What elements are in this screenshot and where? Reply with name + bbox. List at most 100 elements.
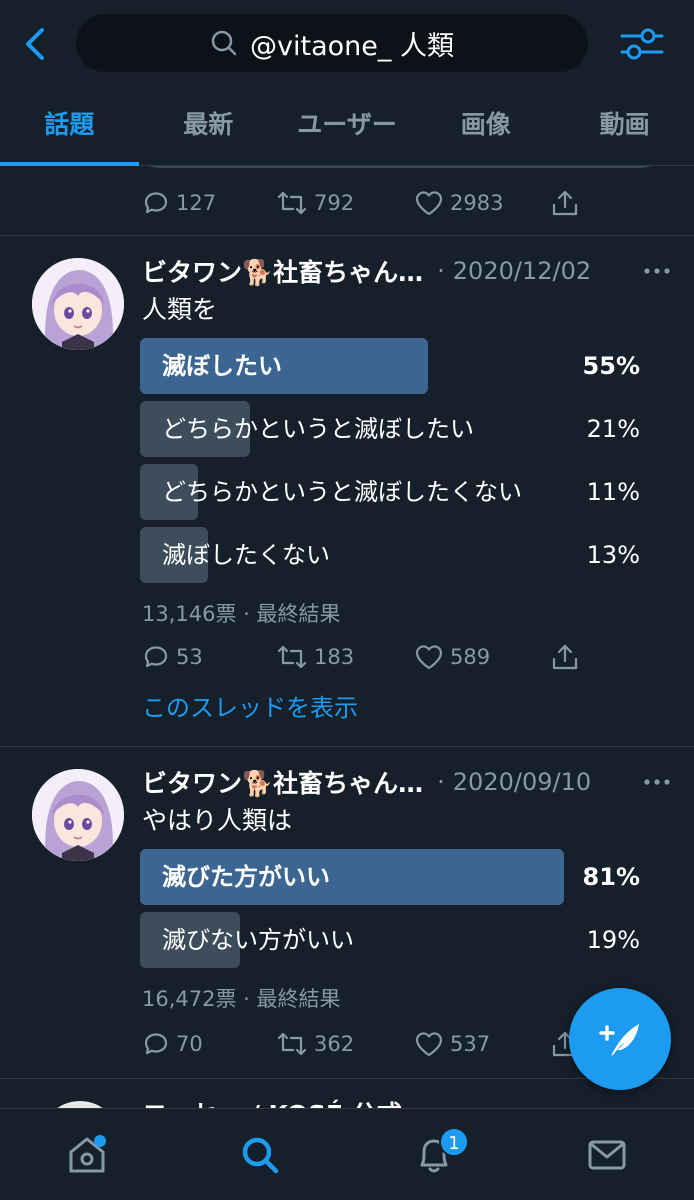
nav-search[interactable] [174, 1109, 348, 1200]
author-name[interactable]: ビタワン🐕社畜ちゃん… [142, 253, 423, 289]
share-button[interactable] [550, 642, 580, 672]
tab-users[interactable]: ユーザー [278, 88, 417, 165]
share-icon [552, 190, 578, 216]
poll-option-label: どちらかというと滅ぼしたくない [162, 478, 522, 506]
heart-icon [415, 645, 443, 670]
tweet-date[interactable]: 2020/12/02 [453, 257, 591, 285]
poll-option: どちらかというと滅ぼしたい 21% [140, 401, 644, 457]
separator-dot: · [437, 768, 445, 796]
compose-tweet-button[interactable] [569, 988, 671, 1090]
share-icon [552, 644, 578, 670]
poll-option-label: 滅ぼしたい [162, 352, 282, 380]
search-query-text: @vitaone_ 人類 [250, 30, 454, 62]
back-button[interactable] [18, 22, 58, 66]
tweet-text: やはり人類は [142, 806, 293, 835]
retweet-icon [277, 645, 307, 669]
like-button[interactable]: 537 [414, 1030, 550, 1058]
poll-option: 滅ぼしたい 55% [140, 338, 644, 394]
poll-option: 滅ぼしたくない 13% [140, 527, 644, 583]
tab-images[interactable]: 画像 [416, 88, 555, 165]
poll-option-label: どちらかというと滅ぼしたい [162, 415, 474, 443]
reply-icon [144, 1033, 168, 1055]
nav-notifications[interactable]: 1 [347, 1109, 521, 1200]
like-count: 2983 [450, 191, 504, 215]
anime-girl-avatar-icon [32, 769, 124, 861]
previous-tweet-card-edge [140, 166, 660, 168]
tweet-header: ビタワン🐕社畜ちゃん… · 2020/09/10 [142, 765, 672, 799]
compose-feather-icon [599, 1024, 639, 1056]
reply-icon [144, 192, 168, 214]
tweet-header: ビタワン🐕社畜ちゃん… · 2020/12/02 [142, 254, 672, 288]
poll-option: 滅びた方がいい 81% [140, 849, 644, 905]
author-name[interactable]: ビタワン🐕社畜ちゃん… [142, 764, 423, 800]
reply-icon [144, 646, 168, 668]
heart-icon [415, 191, 443, 216]
sliders-icon [620, 28, 664, 60]
poll-vote-count: 16,472票 · 最終結果 [142, 987, 341, 1011]
author-name: コーセー / KOSÉ 公式 [142, 1095, 402, 1108]
retweet-icon [277, 191, 307, 215]
poll-option-percent: 21% [586, 415, 640, 443]
anime-girl-avatar-icon [32, 258, 124, 350]
retweet-button[interactable]: 183 [276, 643, 414, 671]
poll-option-percent: 81% [582, 863, 640, 891]
like-count: 537 [450, 1032, 491, 1056]
reply-button[interactable]: 53 [142, 643, 276, 671]
poll-option: どちらかというと滅ぼしたくない 11% [140, 464, 644, 520]
avatar [40, 1101, 120, 1108]
new-content-indicator [94, 1135, 106, 1147]
bottom-navigation: 1 [0, 1108, 694, 1200]
search-tabs: 話題 最新 ユーザー 画像 動画 [0, 88, 694, 166]
more-options-icon[interactable] [642, 769, 672, 795]
poll-option-label: 滅びた方がいい [162, 863, 330, 891]
reply-count: 70 [176, 1032, 203, 1056]
tab-top[interactable]: 話題 [0, 88, 139, 166]
poll-option-label: 滅びない方がいい [162, 926, 354, 954]
poll-option-percent: 11% [586, 478, 640, 506]
nav-messages[interactable] [521, 1109, 694, 1200]
more-options-icon[interactable] [642, 258, 672, 284]
tweet-text: 人類を [142, 295, 218, 324]
previous-tweet-actions: 127 792 2983 [142, 186, 582, 220]
search-icon [243, 1137, 279, 1173]
share-button[interactable] [550, 188, 580, 218]
retweet-button[interactable]: 792 [276, 189, 414, 217]
tweet-actions: 53 183 589 [142, 640, 582, 674]
like-button[interactable]: 589 [414, 643, 550, 671]
tweet-actions: 70 362 537 [142, 1027, 582, 1061]
avatar[interactable] [32, 769, 124, 861]
reply-button[interactable]: 127 [142, 189, 276, 217]
like-count: 589 [450, 645, 491, 669]
retweet-icon [277, 1032, 307, 1056]
nav-home[interactable] [0, 1109, 174, 1200]
reply-count: 127 [176, 191, 217, 215]
retweet-button[interactable]: 362 [276, 1030, 414, 1058]
tweet-feed[interactable]: 127 792 2983 ビタワン🐕社畜ちゃん… · 2020/12/02 人類… [0, 166, 694, 1108]
top-bar: @vitaone_ 人類 [0, 0, 694, 88]
mail-icon [588, 1140, 626, 1169]
poll-option-percent: 19% [586, 926, 640, 954]
avatar[interactable] [32, 258, 124, 350]
poll-option-label: 滅ぼしたくない [162, 541, 330, 569]
poll-option-percent: 13% [586, 541, 640, 569]
tweet-card[interactable]: ビタワン🐕社畜ちゃん… · 2020/12/02 人類を 滅ぼしたい 55% ど… [0, 236, 694, 746]
next-tweet-partial[interactable]: コーセー / KOSÉ 公式 [0, 1079, 694, 1108]
show-thread-link[interactable]: このスレッドを表示 [142, 688, 358, 723]
search-icon [211, 30, 237, 56]
tweet-date[interactable]: 2020/09/10 [453, 768, 591, 796]
separator-dot: · [437, 257, 445, 285]
reply-count: 53 [176, 645, 203, 669]
tab-latest[interactable]: 最新 [139, 88, 278, 165]
like-button[interactable]: 2983 [414, 189, 550, 217]
reply-button[interactable]: 70 [142, 1030, 276, 1058]
search-settings-button[interactable] [616, 22, 668, 66]
tab-videos[interactable]: 動画 [555, 88, 694, 165]
retweet-count: 792 [314, 191, 355, 215]
retweet-count: 362 [314, 1032, 355, 1056]
chevron-left-icon [26, 28, 44, 60]
poll-option-percent: 55% [582, 352, 640, 380]
retweet-count: 183 [314, 645, 355, 669]
heart-icon [415, 1032, 443, 1057]
search-input[interactable]: @vitaone_ 人類 [76, 14, 588, 72]
poll-option: 滅びない方がいい 19% [140, 912, 644, 968]
